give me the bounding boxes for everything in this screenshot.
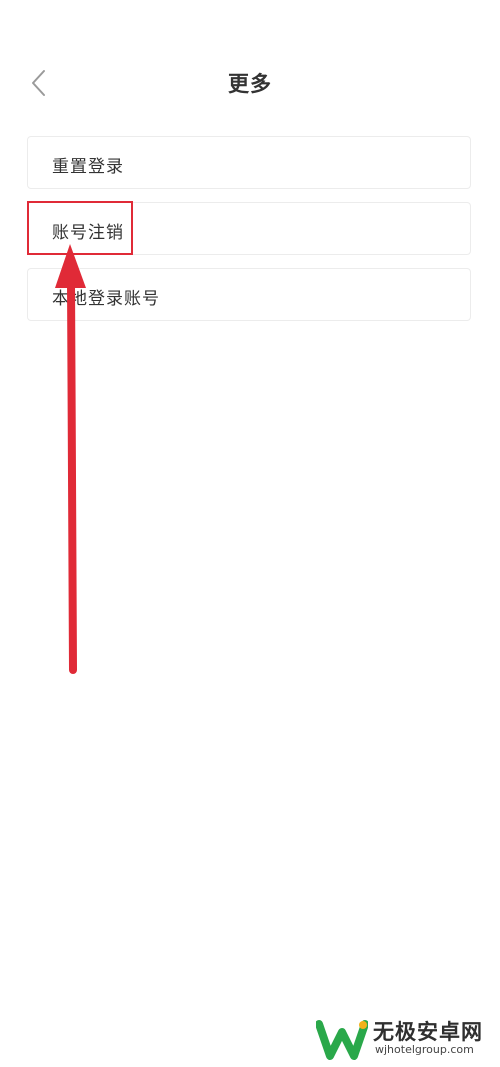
menu-item-label: 本地登录账号: [52, 289, 160, 309]
menu-item-reset-login[interactable]: 重置登录: [27, 136, 471, 189]
watermark-brand: 无极安卓网: [373, 1020, 483, 1044]
menu-item-label: 重置登录: [52, 157, 124, 177]
menu-item-label: 账号注销: [52, 223, 124, 243]
watermark: 无极安卓网 wjhotelgroup.com: [316, 1014, 496, 1064]
menu-item-account-deletion[interactable]: 账号注销: [27, 202, 471, 255]
menu-list: 重置登录 账号注销 本地登录账号: [27, 136, 471, 334]
w-logo-icon: [316, 1020, 368, 1060]
page-title: 更多: [228, 72, 272, 96]
watermark-url: wjhotelgroup.com: [375, 1043, 474, 1056]
menu-item-local-login-account[interactable]: 本地登录账号: [27, 268, 471, 321]
top-bar: 更多: [0, 55, 500, 111]
